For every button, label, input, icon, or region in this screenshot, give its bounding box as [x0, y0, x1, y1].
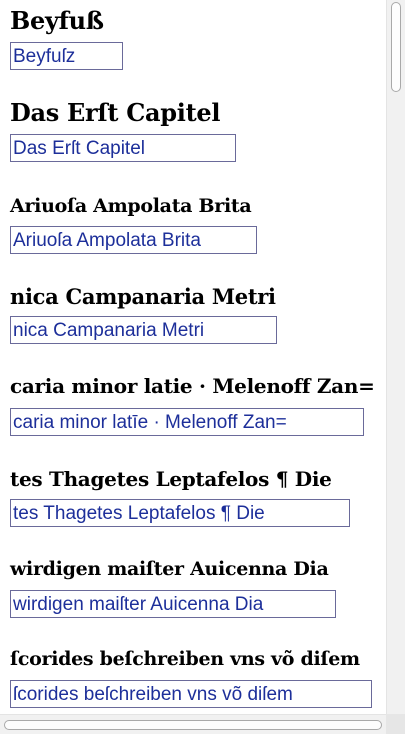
scrollbar-corner: [386, 714, 405, 734]
transcription-field[interactable]: ſcorides beſchreiben vns võ diſem: [10, 680, 372, 708]
transcription-field[interactable]: wirdigen maiſter Auicenna Dia: [10, 590, 336, 618]
transcription-field[interactable]: tes Thagetes Leptafelos ¶ Die: [10, 499, 350, 527]
scan-line-image: ſcorides beſchreiben vns võ diſem: [10, 648, 360, 670]
transcription-field[interactable]: Ariuoſa Ampolata Brita: [10, 226, 257, 254]
scan-line-image: nica Campanaria Metri: [10, 284, 276, 309]
horizontal-scrollbar[interactable]: [0, 714, 386, 734]
transcription-list: Beyfuß Beyfuſz Das Erſt Capitel Das Erſt…: [0, 0, 386, 714]
vertical-scrollbar[interactable]: [386, 0, 405, 714]
list-item: Das Erſt Capitel: [10, 98, 220, 128]
transcription-field[interactable]: nica Campanaria Metri: [10, 316, 277, 344]
transcription-field[interactable]: caria minor latīe · Melenoff Zan=: [10, 408, 364, 436]
transcription-field[interactable]: Beyfuſz: [10, 42, 123, 70]
list-item: Beyfuß: [10, 6, 104, 36]
transcription-field[interactable]: Das Erſt Capitel: [10, 134, 236, 162]
list-item: nica Campanaria Metri: [10, 283, 276, 311]
vertical-scrollbar-thumb[interactable]: [391, 2, 401, 92]
horizontal-scrollbar-thumb[interactable]: [4, 720, 382, 730]
list-item: caria minor latie · Melenoff Zan=: [10, 372, 375, 400]
scan-line-image: Beyfuß: [10, 6, 104, 35]
scan-line-image: Ariuoſa Ampolata Brita: [10, 195, 252, 217]
scan-line-image: tes Thagetes Leptafelos ¶ Die: [10, 467, 332, 491]
scan-line-image: Das Erſt Capitel: [10, 98, 221, 127]
list-item: wirdigen maiſter Auicenna Dia: [10, 555, 329, 583]
scan-line-image: wirdigen maiſter Auicenna Dia: [10, 558, 329, 580]
list-item: tes Thagetes Leptafelos ¶ Die: [10, 464, 332, 494]
scan-line-image: caria minor latie · Melenoff Zan=: [10, 374, 375, 398]
list-item: ſcorides beſchreiben vns võ diſem: [10, 645, 360, 673]
list-item: Ariuoſa Ampolata Brita: [10, 193, 252, 219]
